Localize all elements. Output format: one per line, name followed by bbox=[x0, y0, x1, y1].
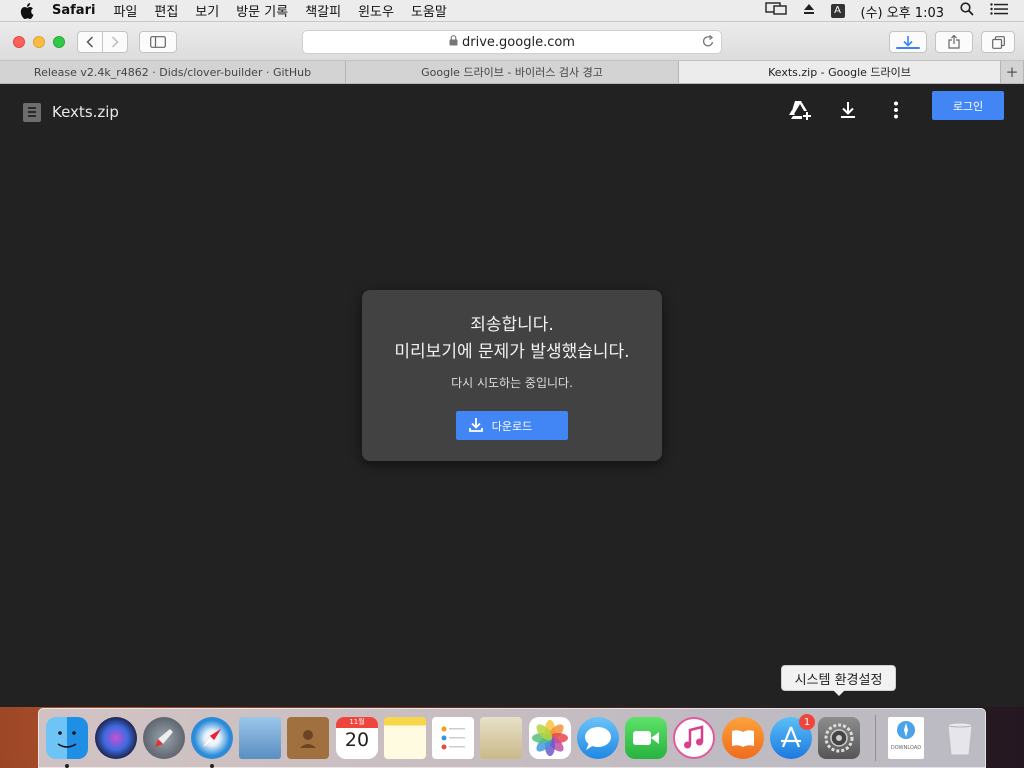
tab-kexts-zip[interactable]: Kexts.zip - Google 드라이브 bbox=[679, 61, 1001, 83]
safari-running-indicator bbox=[210, 764, 214, 768]
calendar-icon[interactable]: 11월 20 bbox=[336, 717, 378, 759]
menu-history[interactable]: 방문 기록 bbox=[236, 1, 288, 20]
notification-center-icon[interactable] bbox=[990, 3, 1008, 19]
launchpad-icon[interactable] bbox=[143, 717, 185, 759]
menu-help[interactable]: 도움말 bbox=[411, 1, 447, 20]
tab-bar: Release v2.4k_r4862 · Dids/clover-builde… bbox=[0, 61, 1024, 84]
dock-tooltip: 시스템 환경설정 bbox=[781, 665, 896, 696]
menu-edit[interactable]: 편집 bbox=[154, 1, 178, 20]
share-button[interactable] bbox=[935, 31, 973, 53]
new-tab-button[interactable]: + bbox=[1001, 61, 1024, 83]
drive-preview-viewer: Kexts.zip 로그인 죄송합니다. 미리보기에 문제가 발생했습니다. 다… bbox=[0, 84, 1024, 707]
menu-app-name[interactable]: Safari bbox=[52, 3, 95, 18]
forward-button[interactable] bbox=[102, 31, 128, 53]
address-url: drive.google.com bbox=[462, 34, 575, 50]
back-button[interactable] bbox=[77, 31, 103, 53]
menu-bar: Safari 파일 편집 보기 방문 기록 책갈피 윈도우 도움말 A (수) … bbox=[0, 0, 1024, 22]
ibooks-icon[interactable] bbox=[722, 717, 764, 759]
window-zoom-button[interactable] bbox=[53, 36, 65, 48]
facetime-icon[interactable] bbox=[625, 717, 667, 759]
trash-icon[interactable] bbox=[939, 717, 981, 759]
archive-file-icon bbox=[23, 103, 41, 122]
chevron-left-icon bbox=[86, 36, 94, 48]
dock-separator bbox=[875, 715, 876, 761]
dialog-download-button[interactable]: 다운로드 bbox=[456, 411, 568, 440]
preview-error-dialog: 죄송합니다. 미리보기에 문제가 발생했습니다. 다시 시도하는 중입니다. 다… bbox=[362, 290, 662, 461]
viewer-header: Kexts.zip 로그인 bbox=[0, 84, 1024, 140]
safari-window: drive.google.com Release v2.4k_r4862 · D… bbox=[0, 22, 1024, 707]
downloads-stack-icon[interactable]: DOWNLOAD bbox=[888, 717, 924, 759]
calendar-month: 11월 bbox=[336, 717, 378, 728]
preview-app-icon[interactable] bbox=[239, 717, 281, 759]
calendar-day: 20 bbox=[344, 729, 370, 751]
photo-booth-icon[interactable] bbox=[480, 717, 522, 759]
add-to-drive-icon[interactable] bbox=[786, 96, 814, 124]
system-preferences-icon[interactable] bbox=[818, 717, 860, 759]
siri-icon[interactable] bbox=[95, 717, 137, 759]
dock: 11월 20 1 DOWNLOAD bbox=[38, 708, 986, 768]
downloads-button[interactable] bbox=[889, 31, 927, 53]
menu-window[interactable]: 윈도우 bbox=[358, 1, 394, 20]
share-icon bbox=[948, 35, 960, 49]
lock-icon bbox=[449, 35, 458, 49]
window-close-button[interactable] bbox=[13, 36, 25, 48]
menu-file[interactable]: 파일 bbox=[113, 1, 137, 20]
input-source-icon[interactable]: A bbox=[830, 4, 845, 18]
retry-message: 다시 시도하는 중입니다. bbox=[451, 376, 573, 390]
safari-icon[interactable] bbox=[191, 717, 233, 759]
sidebar-icon bbox=[150, 36, 166, 48]
download-icon bbox=[468, 417, 484, 436]
reminders-icon[interactable] bbox=[432, 717, 474, 759]
error-title-line2: 미리보기에 문제가 발생했습니다. bbox=[394, 342, 630, 362]
more-options-icon[interactable] bbox=[882, 96, 910, 124]
dialog-download-label: 다운로드 bbox=[491, 419, 533, 433]
messages-icon[interactable] bbox=[577, 717, 619, 759]
contacts-icon[interactable] bbox=[287, 717, 329, 759]
apple-menu-icon[interactable] bbox=[20, 2, 34, 19]
address-bar[interactable]: drive.google.com bbox=[302, 30, 722, 54]
tab-github-release[interactable]: Release v2.4k_r4862 · Dids/clover-builde… bbox=[0, 61, 346, 83]
browser-toolbar: drive.google.com bbox=[0, 22, 1024, 61]
reload-icon[interactable] bbox=[702, 34, 715, 52]
menu-clock[interactable]: (수) 오후 1:03 bbox=[861, 2, 944, 21]
window-minimize-button[interactable] bbox=[33, 36, 45, 48]
photos-icon[interactable] bbox=[529, 717, 571, 759]
app-store-badge: 1 bbox=[799, 714, 815, 730]
tabs-overview-icon bbox=[991, 35, 1005, 49]
screen-mirroring-icon[interactable] bbox=[764, 2, 787, 20]
menu-view[interactable]: 보기 bbox=[195, 1, 219, 20]
sidebar-toggle-button[interactable] bbox=[139, 31, 177, 53]
tab-drive-virus-warning[interactable]: Google 드라이브 - 바이러스 검사 경고 bbox=[346, 61, 679, 83]
file-name: Kexts.zip bbox=[52, 103, 119, 121]
finder-icon[interactable] bbox=[46, 717, 88, 759]
spotlight-search-icon[interactable] bbox=[960, 2, 974, 20]
itunes-icon[interactable] bbox=[673, 717, 715, 759]
eject-icon[interactable] bbox=[803, 3, 815, 19]
chevron-right-icon bbox=[111, 36, 119, 48]
show-all-tabs-button[interactable] bbox=[981, 31, 1015, 53]
finder-running-indicator bbox=[65, 764, 69, 768]
download-icon[interactable] bbox=[834, 96, 862, 124]
login-button[interactable]: 로그인 bbox=[932, 91, 1004, 120]
download-progress-bar bbox=[896, 47, 920, 49]
error-title-line1: 죄송합니다. bbox=[470, 315, 554, 335]
download-doc-label: DOWNLOAD bbox=[890, 745, 922, 751]
notes-icon[interactable] bbox=[384, 717, 426, 759]
menu-bookmarks[interactable]: 책갈피 bbox=[305, 1, 341, 20]
